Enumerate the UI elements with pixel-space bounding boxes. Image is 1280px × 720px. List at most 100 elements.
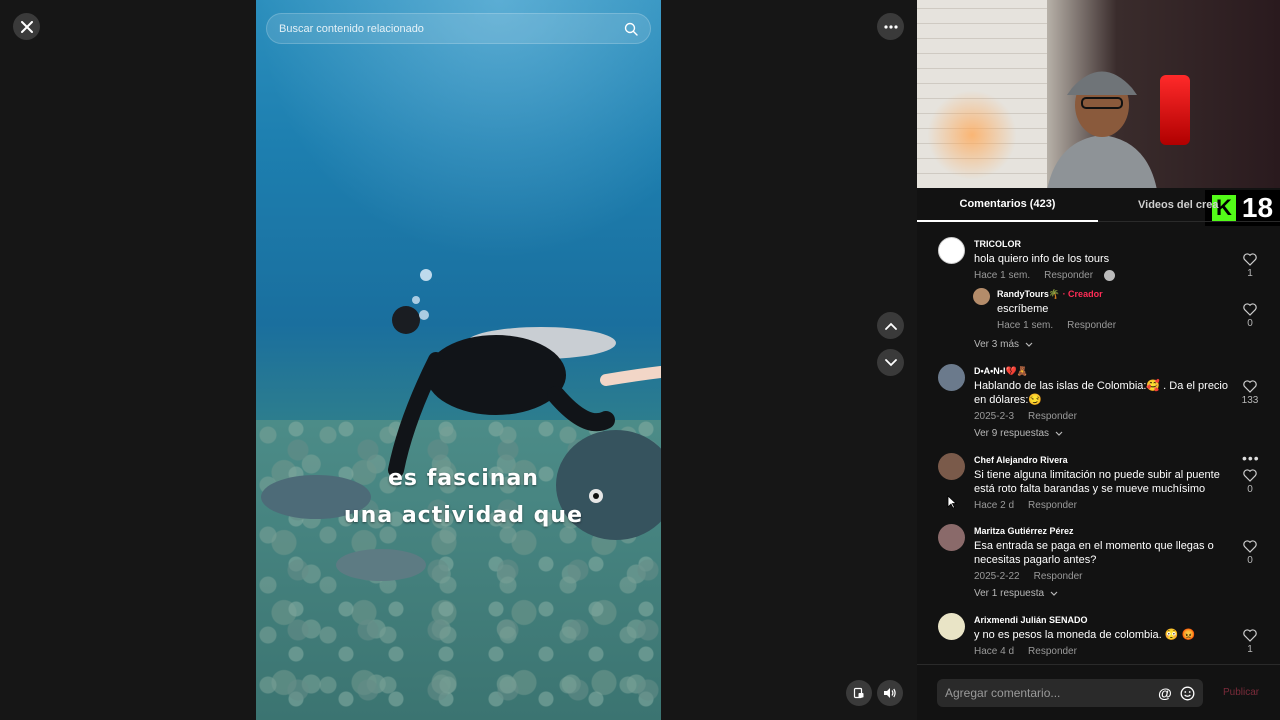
chevron-down-icon (1055, 431, 1063, 436)
floating-player-icon (853, 687, 864, 699)
like-button[interactable]: 0 (1242, 540, 1258, 566)
comment-date: Hace 1 sem. (997, 320, 1054, 331)
app-root: es fascinan una actividad que (0, 0, 1280, 720)
comment-options-button[interactable]: ••• (1242, 450, 1260, 466)
comment-text: y no es pesos la moneda de colombia. 😳 😡 (974, 629, 1196, 641)
like-count: 0 (1247, 555, 1253, 566)
emoji-icon[interactable] (1179, 685, 1195, 701)
comment-item: Maritza Gutiérrez Pérez Esa entrada se p… (917, 524, 1280, 604)
comment-date: 2025-2-3 (974, 411, 1015, 422)
related-search-input[interactable] (279, 22, 624, 35)
video-frame[interactable]: es fascinan una actividad que (256, 0, 661, 720)
avatar[interactable] (973, 288, 990, 305)
floating-player-button[interactable] (846, 680, 872, 706)
avatar[interactable] (938, 237, 965, 264)
comment-date: Hace 2 d (974, 500, 1015, 511)
chevron-up-icon (884, 322, 897, 330)
like-button[interactable]: 1 (1242, 629, 1258, 655)
view-more-label: Ver 1 respuesta (974, 588, 1045, 599)
view-more-replies[interactable]: Ver 3 más (974, 339, 1033, 350)
side-panel: K 18 Comentarios (423) Videos del crea T… (917, 0, 1280, 720)
close-button[interactable] (13, 13, 40, 40)
previous-video-button[interactable] (877, 312, 904, 339)
reply-button[interactable]: Responder (1028, 411, 1077, 422)
reply-button[interactable]: Responder (1034, 571, 1083, 582)
comment-username[interactable]: D•A•N•I💔🧸 (974, 366, 1028, 377)
view-more-label: Ver 3 más (974, 339, 1020, 350)
like-button[interactable]: 0 (1242, 303, 1258, 329)
like-count: 0 (1247, 484, 1253, 495)
comment-item: Chef Alejandro Rivera ••• Si tiene algun… (917, 450, 1280, 513)
comment-meta: 2025-2-22 Responder (974, 571, 1083, 582)
webcam-overlay (917, 0, 1280, 188)
volume-button[interactable] (877, 680, 903, 706)
like-count: 133 (1241, 395, 1259, 406)
creator-liked-avatar (1103, 270, 1115, 281)
reply-button[interactable]: Responder (1067, 320, 1116, 331)
comment-text: Si tiene alguna limitación no puede subi… (974, 469, 1220, 495)
search-icon[interactable] (624, 22, 638, 36)
volume-icon (884, 688, 896, 698)
comment-meta: Hace 1 sem. Responder (974, 270, 1115, 281)
like-count: 1 (1247, 644, 1253, 655)
chevron-down-icon (884, 358, 897, 366)
view-more-replies[interactable]: Ver 1 respuesta (974, 588, 1058, 599)
comment-username[interactable]: Chef Alejandro Rivera (974, 455, 1068, 465)
comment-username[interactable]: TRICOLOR (974, 239, 1021, 249)
heart-icon (1243, 629, 1257, 642)
avatar[interactable] (938, 524, 965, 551)
heart-icon (1243, 380, 1257, 393)
like-button[interactable]: 133 (1238, 380, 1262, 406)
reply-item: RandyTours🌴 · Creador escríbeme Hace 1 s… (917, 287, 1280, 337)
video-player-area: es fascinan una actividad que (0, 0, 917, 720)
related-search-bar[interactable] (266, 13, 651, 44)
microphone-image (1160, 75, 1190, 145)
reply-button[interactable]: Responder (1028, 500, 1077, 511)
heart-icon (1243, 540, 1257, 553)
comment-item: Arixmendi Julián SENADO y no es pesos la… (917, 613, 1280, 663)
reply-button[interactable]: Responder (1028, 646, 1077, 657)
comment-date: Hace 1 sem. (974, 270, 1031, 282)
panel-tabs: Comentarios (423) Videos del crea (917, 188, 1280, 222)
tab-comments[interactable]: Comentarios (423) (917, 188, 1098, 222)
like-button[interactable]: 0 (1242, 469, 1258, 495)
comment-text: Hablando de las islas de Colombia:🥰 . Da… (974, 380, 1228, 406)
comment-meta: 2025-2-3 Responder (974, 411, 1077, 422)
comment-composer: @ Publicar (917, 664, 1280, 720)
tab-creator-videos[interactable]: Videos del crea (1098, 188, 1258, 222)
comment-text: hola quiero info de los tours (974, 253, 1110, 265)
publish-button[interactable]: Publicar (1223, 687, 1259, 698)
like-count: 1 (1247, 268, 1253, 279)
creator-label: · Creador (1062, 289, 1103, 299)
more-horizontal-icon (883, 24, 898, 29)
comment-username[interactable]: Arixmendi Julián SENADO (974, 615, 1088, 625)
comment-meta: Hace 2 d Responder (974, 500, 1077, 511)
video-caption-line-1: es fascinan (388, 466, 539, 491)
video-caption-line-2: una actividad que (344, 503, 583, 528)
comment-meta: Hace 4 d Responder (974, 646, 1077, 657)
like-button[interactable]: 1 (1242, 253, 1258, 279)
avatar[interactable] (938, 453, 965, 480)
avatar[interactable] (938, 364, 965, 391)
close-icon (20, 20, 33, 33)
mention-icon[interactable]: @ (1157, 685, 1173, 701)
comment-date: 2025-2-22 (974, 571, 1020, 582)
emoji-icon (1180, 686, 1194, 700)
comment-text: escríbeme (997, 303, 1049, 315)
next-video-button[interactable] (877, 349, 904, 376)
comment-username[interactable]: Maritza Gutiérrez Pérez (974, 526, 1074, 536)
heart-icon (1243, 253, 1257, 266)
comment-input[interactable] (945, 686, 1151, 700)
comment-date: Hace 4 d (974, 646, 1015, 657)
comment-input-box[interactable]: @ (937, 679, 1203, 707)
reply-username[interactable]: RandyTours🌴 (997, 289, 1060, 299)
avatar[interactable] (938, 613, 965, 640)
reply-button[interactable]: Responder (1044, 270, 1093, 281)
mouse-cursor-icon (947, 495, 957, 509)
streamer-image (1047, 71, 1157, 188)
chevron-down-icon (1025, 342, 1033, 347)
view-more-replies[interactable]: Ver 9 respuestas (974, 428, 1063, 439)
like-count: 0 (1247, 318, 1253, 329)
comment-meta: Hace 1 sem. Responder (997, 320, 1116, 331)
more-options-button[interactable] (877, 13, 904, 40)
